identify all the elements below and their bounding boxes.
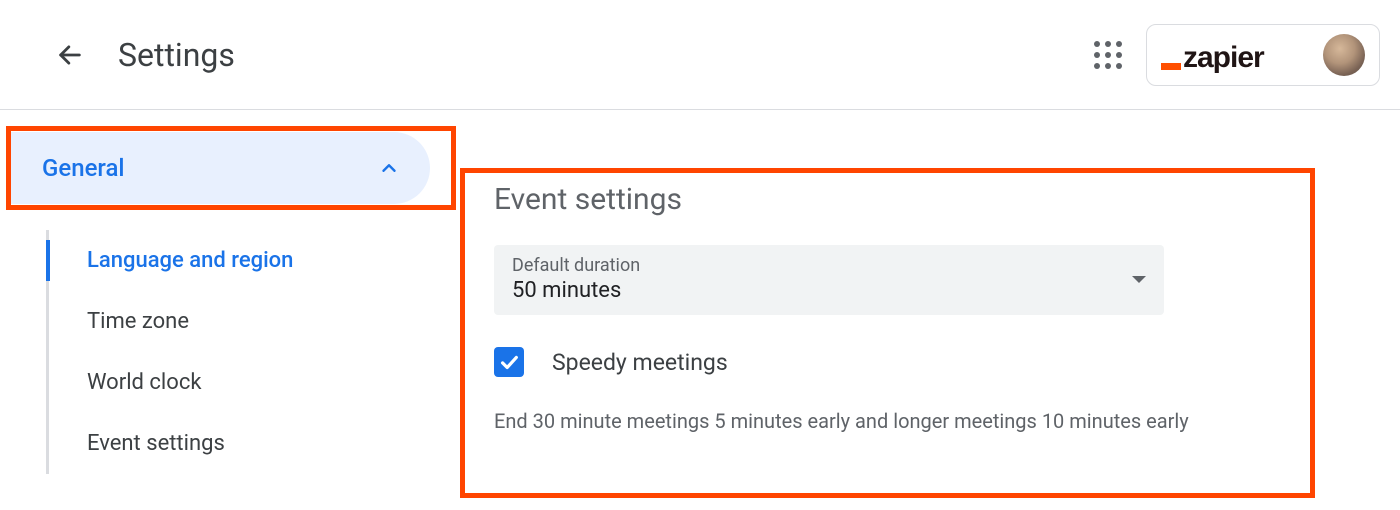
select-label: Default duration — [512, 255, 640, 276]
sidebar-item-language-region[interactable]: Language and region — [46, 230, 460, 291]
chevron-up-icon — [378, 157, 400, 179]
select-value: 50 minutes — [512, 278, 640, 303]
sidebar-item-label: World clock — [87, 370, 201, 395]
sidebar-item-label: Language and region — [87, 248, 293, 273]
speedy-meetings-helper: End 30 minute meetings 5 minutes early a… — [494, 409, 1400, 433]
checkmark-icon — [498, 351, 520, 373]
nav-items: Language and region Time zone World cloc… — [0, 230, 460, 474]
highlight-main — [460, 168, 1315, 498]
sidebar: General Language and region Time zone Wo… — [0, 110, 460, 510]
default-duration-select[interactable]: Default duration 50 minutes — [494, 245, 1164, 315]
arrow-left-icon — [56, 41, 84, 69]
svg-text:zapier: zapier — [1183, 41, 1265, 74]
back-button[interactable] — [50, 35, 90, 75]
nav-section-toggle-general[interactable]: General — [10, 132, 430, 204]
speedy-meetings-label: Speedy meetings — [552, 349, 728, 376]
page-title: Settings — [118, 36, 235, 74]
nav-section-header-wrap: General — [10, 132, 450, 204]
sidebar-item-label: Time zone — [87, 309, 189, 334]
sidebar-item-world-clock[interactable]: World clock — [46, 352, 460, 413]
header-bar: Settings zapier — [0, 0, 1400, 110]
sidebar-item-label: Event settings — [87, 431, 225, 456]
main-panel: Event settings Default duration 50 minut… — [460, 110, 1400, 510]
nav-section-general: General Language and region Time zone Wo… — [0, 132, 460, 474]
sidebar-item-event-settings[interactable]: Event settings — [46, 413, 460, 474]
brand-logo-zapier: zapier — [1161, 33, 1311, 77]
select-texts: Default duration 50 minutes — [512, 255, 640, 303]
apps-menu-icon[interactable] — [1088, 35, 1128, 75]
avatar[interactable] — [1323, 34, 1365, 76]
header-actions: zapier — [1088, 24, 1380, 86]
nav-section-label: General — [42, 154, 125, 182]
speedy-meetings-row: Speedy meetings — [494, 347, 1400, 377]
account-brand-box[interactable]: zapier — [1146, 24, 1380, 86]
section-title-event-settings: Event settings — [494, 182, 1400, 217]
content-area: General Language and region Time zone Wo… — [0, 110, 1400, 510]
chevron-down-icon — [1132, 276, 1146, 283]
sidebar-item-time-zone[interactable]: Time zone — [46, 291, 460, 352]
speedy-meetings-checkbox[interactable] — [494, 347, 524, 377]
